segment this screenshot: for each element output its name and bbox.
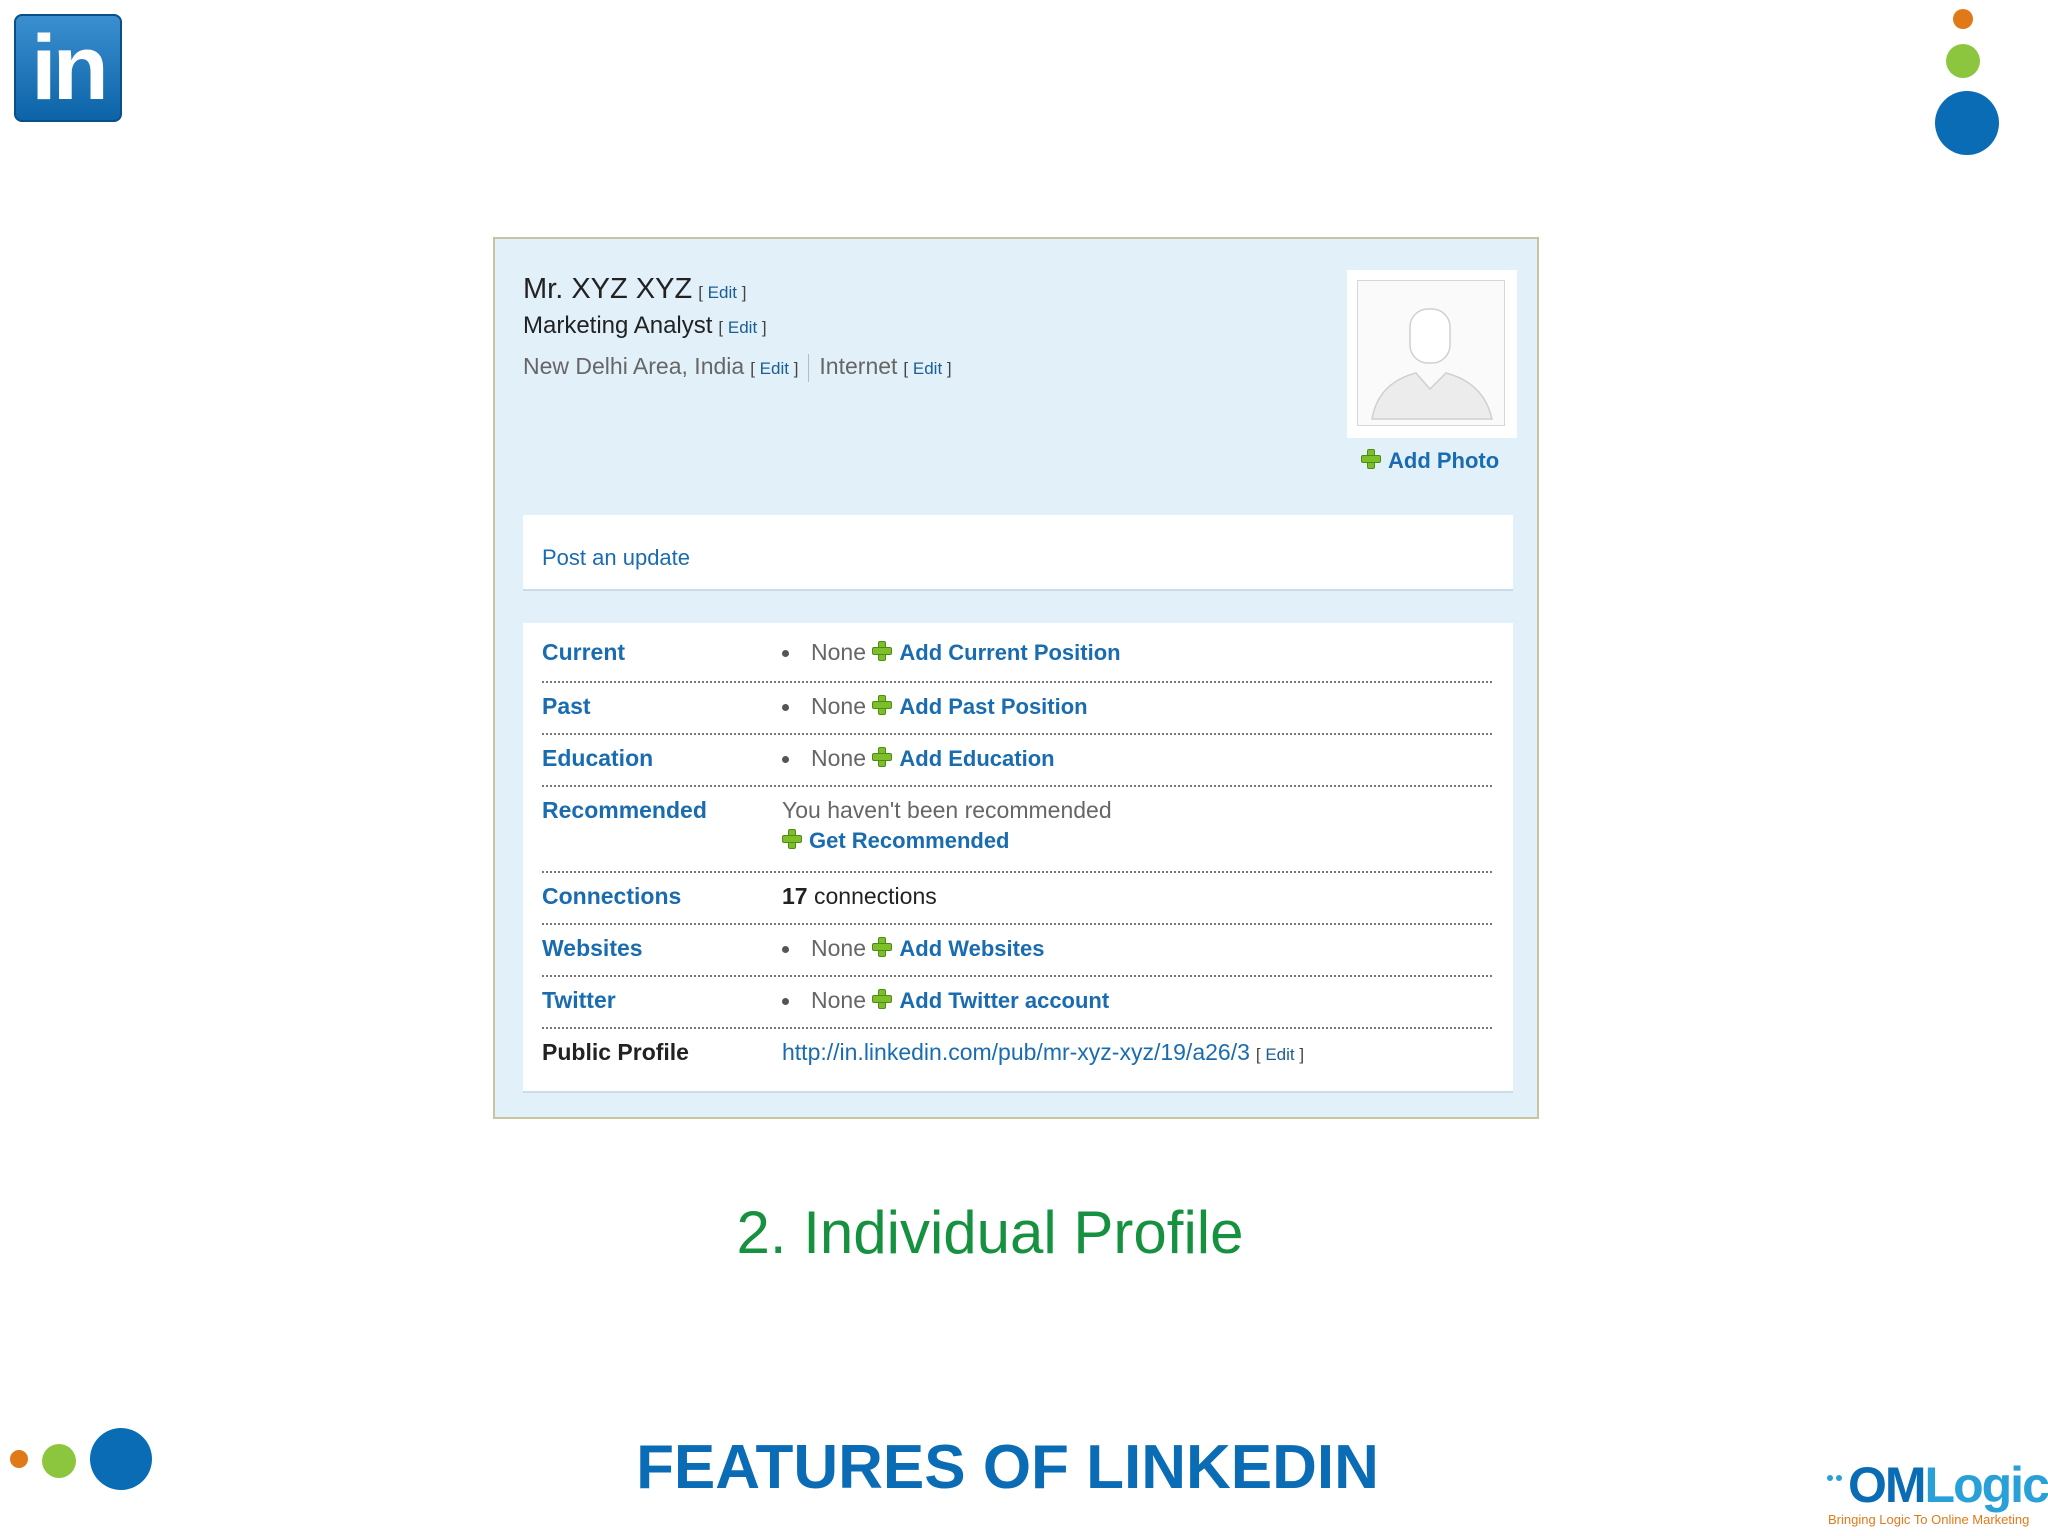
row-value-websites: None Add Websites xyxy=(782,935,1044,962)
plus-icon xyxy=(872,747,893,767)
bullet-icon xyxy=(782,756,789,764)
table-row: Recommended You haven't been recommended… xyxy=(542,785,1492,873)
add-education-link[interactable]: Add Education xyxy=(872,746,1055,771)
post-update-box[interactable]: Post an update xyxy=(523,515,1513,591)
row-value-recommended: You haven't been recommended Get Recomme… xyxy=(782,797,1112,854)
connections-count: 17 xyxy=(782,883,808,909)
profile-card: Mr. XYZ XYZ [ Edit ] Marketing Analyst [ E… xyxy=(493,237,1539,1119)
profile-location-line: New Delhi Area, India [ Edit ] Internet [ E… xyxy=(523,353,952,382)
omlogic-logo: OMLogic Bringing Logic To Online Marketi… xyxy=(1826,1440,2048,1536)
edit-name-link[interactable]: [ Edit ] xyxy=(698,283,746,302)
post-update-link[interactable]: Post an update xyxy=(542,545,690,571)
bullet-icon xyxy=(782,998,789,1006)
plus-icon xyxy=(872,989,893,1009)
row-value-connections: 17 connections xyxy=(782,883,937,910)
plus-icon xyxy=(872,641,893,661)
brand-tagline: Bringing Logic To Online Marketing xyxy=(1828,1512,2030,1527)
linkedin-logo-icon: in xyxy=(14,14,122,122)
add-past-position-link[interactable]: Add Past Position xyxy=(872,694,1088,719)
row-value-twitter: None Add Twitter account xyxy=(782,987,1109,1014)
brand-dots-icon xyxy=(1827,1475,1842,1481)
edit-public-profile-link[interactable]: [ Edit ] xyxy=(1256,1045,1304,1064)
add-twitter-link[interactable]: Add Twitter account xyxy=(872,988,1109,1013)
table-row: Public Profile http://in.linkedin.com/pu… xyxy=(542,1027,1492,1083)
plus-icon xyxy=(782,829,802,849)
profile-name-line: Mr. XYZ XYZ [ Edit ] xyxy=(523,273,746,306)
edit-location-link[interactable]: [ Edit ] xyxy=(750,359,798,378)
bullet-icon xyxy=(782,650,789,658)
table-row: Current None Add Current Position xyxy=(542,623,1492,683)
avatar-placeholder-icon xyxy=(1357,280,1505,426)
row-label-current: Current xyxy=(542,639,626,665)
plus-icon xyxy=(872,937,893,957)
row-label-recommended: Recommended xyxy=(542,797,707,823)
table-row: Connections 17 connections xyxy=(542,871,1492,925)
table-row: Websites None Add Websites xyxy=(542,923,1492,977)
row-value-public-profile: http://in.linkedin.com/pub/mr-xyz-xyz/19… xyxy=(782,1039,1304,1066)
brand-name: OMLogic xyxy=(1848,1457,2048,1513)
profile-name: Mr. XYZ XYZ xyxy=(523,273,693,305)
add-websites-link[interactable]: Add Websites xyxy=(872,936,1044,961)
bullet-icon xyxy=(782,946,789,954)
recommendation-status: You haven't been recommended xyxy=(782,797,1112,823)
row-label-past: Past xyxy=(542,693,591,719)
profile-details: Current None Add Current Position Past N… xyxy=(523,623,1513,1093)
add-photo-button[interactable]: Add Photo xyxy=(1361,448,1499,474)
plus-icon xyxy=(1361,449,1381,469)
row-label-websites: Websites xyxy=(542,935,643,961)
row-value-current: None Add Current Position xyxy=(782,639,1121,666)
table-row: Twitter None Add Twitter account xyxy=(542,975,1492,1029)
row-value-education: None Add Education xyxy=(782,745,1055,772)
profile-location: New Delhi Area, India xyxy=(523,353,745,379)
row-label-education: Education xyxy=(542,745,654,771)
profile-headline-line: Marketing Analyst [ Edit ] xyxy=(523,312,767,340)
connections-unit: connections xyxy=(813,883,937,909)
profile-industry: Internet xyxy=(819,353,898,379)
table-row: Past None Add Past Position xyxy=(542,681,1492,735)
get-recommended-link[interactable]: Get Recommended xyxy=(782,828,1112,854)
add-current-position-link[interactable]: Add Current Position xyxy=(872,640,1121,665)
row-label-twitter: Twitter xyxy=(542,987,616,1013)
plus-icon xyxy=(872,695,893,715)
row-label-connections: Connections xyxy=(542,883,682,909)
edit-industry-link[interactable]: [ Edit ] xyxy=(903,359,951,378)
divider xyxy=(808,353,810,382)
edit-headline-link[interactable]: [ Edit ] xyxy=(718,318,766,337)
slide-title: FEATURES OF LINKEDIN xyxy=(636,1433,1379,1502)
row-label-public-profile: Public Profile xyxy=(542,1039,689,1065)
row-value-past: None Add Past Position xyxy=(782,693,1088,720)
slide-subtitle: 2. Individual Profile xyxy=(736,1199,1244,1266)
profile-headline: Marketing Analyst xyxy=(523,312,713,339)
public-profile-url[interactable]: http://in.linkedin.com/pub/mr-xyz-xyz/19… xyxy=(782,1039,1250,1065)
table-row: Education None Add Education xyxy=(542,733,1492,787)
bullet-icon xyxy=(782,704,789,712)
profile-photo[interactable] xyxy=(1347,270,1517,438)
